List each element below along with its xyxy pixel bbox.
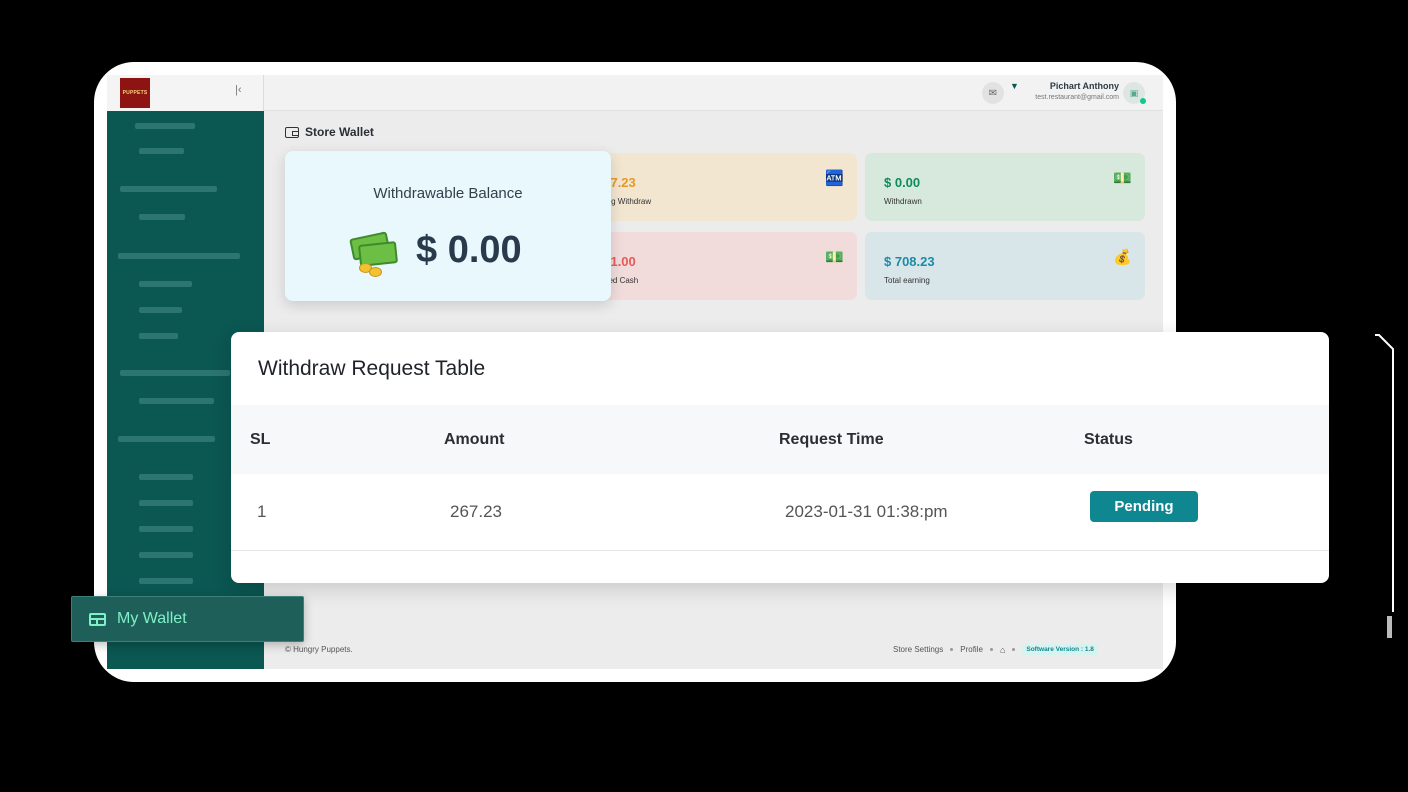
sidebar-item[interactable]: [139, 398, 214, 404]
sidebar-item[interactable]: [139, 281, 192, 287]
pending-withdraw-card: 267.23 nding Withdraw 🏧: [577, 153, 857, 221]
column-header-amount: Amount: [444, 431, 505, 448]
sidebar-item[interactable]: [118, 436, 215, 442]
sidebar-item[interactable]: [139, 148, 184, 154]
wallet-table-icon: [89, 612, 106, 626]
sidebar-item[interactable]: [135, 123, 195, 129]
cash-icon: 💵: [825, 249, 844, 266]
store-settings-link[interactable]: Store Settings: [893, 645, 943, 654]
collected-cash-card: 441.00 lected Cash 💵: [577, 232, 857, 300]
footer-links: Store Settings Profile ⌂ Software Versio…: [893, 644, 1098, 655]
sidebar-item[interactable]: [139, 333, 178, 339]
sidebar-item[interactable]: [139, 474, 193, 480]
withdrawn-value: $ 0.00: [884, 175, 921, 190]
table-row[interactable]: 1 267.23 2023-01-31 01:38:pm Pending: [231, 474, 1329, 551]
total-earning-value: $ 708.23: [884, 254, 935, 269]
stage: PUPPETS |‹ ✉ ▼ Pichart Anthony test.rest…: [0, 0, 1408, 792]
total-earning-label: Total earning: [884, 276, 930, 285]
avatar[interactable]: ▣: [1123, 82, 1146, 104]
online-status-dot: [1140, 98, 1146, 104]
sidebar-item[interactable]: [139, 214, 185, 220]
money-icon: [347, 231, 403, 277]
decorative-frame-edge: [1375, 334, 1394, 638]
cell-sl: 1: [257, 502, 267, 521]
atm-icon: 🏧: [825, 170, 844, 187]
software-version-badge: Software Version : 1.8: [1022, 644, 1098, 655]
collapse-icon[interactable]: |‹: [235, 84, 242, 96]
money-bag-icon: 💰: [1113, 249, 1132, 266]
sidebar-header: PUPPETS |‹: [107, 75, 264, 111]
home-icon[interactable]: ⌂: [1000, 645, 1005, 655]
sidebar-item-my-wallet[interactable]: My Wallet: [71, 596, 304, 642]
table-header: SL Amount Request Time Status: [231, 405, 1329, 474]
separator-dot: [1012, 648, 1016, 651]
sidebar-item[interactable]: [139, 307, 182, 313]
status-badge: Pending: [1090, 491, 1198, 522]
balance-amount: $ 0.00: [416, 229, 522, 271]
column-header-status: Status: [1084, 431, 1133, 448]
cash-withdraw-icon: 💵: [1113, 170, 1132, 187]
column-header-request-time: Request Time: [779, 431, 884, 448]
total-earning-card: $ 708.23 Total earning 💰: [865, 232, 1145, 300]
column-header-sl: SL: [250, 431, 271, 448]
store-logo[interactable]: PUPPETS: [120, 78, 150, 108]
copyright: © Hungry Puppets.: [285, 645, 353, 654]
sidebar-item[interactable]: [139, 500, 193, 506]
profile-link[interactable]: Profile: [960, 645, 983, 654]
balance-title: Withdrawable Balance: [373, 185, 523, 202]
withdrawn-card: $ 0.00 Withdrawn 💵: [865, 153, 1145, 221]
withdraw-request-table-card: Withdraw Request Table SL Amount Request…: [231, 332, 1329, 583]
sidebar-item[interactable]: [120, 186, 217, 192]
sidebar-item[interactable]: [139, 578, 193, 584]
separator-dot: [950, 648, 954, 651]
withdrawn-label: Withdrawn: [884, 197, 922, 206]
chevron-down-icon[interactable]: ▼: [1010, 81, 1019, 91]
user-name[interactable]: Pichart Anthony: [1050, 81, 1119, 91]
wallet-icon: [285, 126, 299, 138]
sidebar-item[interactable]: [139, 552, 193, 558]
user-email: test.restaurant@gmail.com: [1035, 94, 1119, 101]
withdrawable-balance-card: Withdrawable Balance $ 0.00: [285, 151, 611, 301]
top-bar: ✉ ▼ Pichart Anthony test.restaurant@gmai…: [264, 75, 1163, 111]
table-title: Withdraw Request Table: [258, 357, 486, 380]
separator-dot: [989, 648, 993, 651]
page-title: Store Wallet: [285, 125, 374, 139]
sidebar-item[interactable]: [120, 370, 230, 376]
my-wallet-label: My Wallet: [117, 610, 187, 627]
cell-request-time: 2023-01-31 01:38:pm: [785, 502, 948, 521]
message-icon[interactable]: ✉: [982, 82, 1004, 104]
sidebar-item[interactable]: [139, 526, 193, 532]
sidebar-item[interactable]: [118, 253, 240, 259]
cell-amount: 267.23: [450, 502, 502, 521]
